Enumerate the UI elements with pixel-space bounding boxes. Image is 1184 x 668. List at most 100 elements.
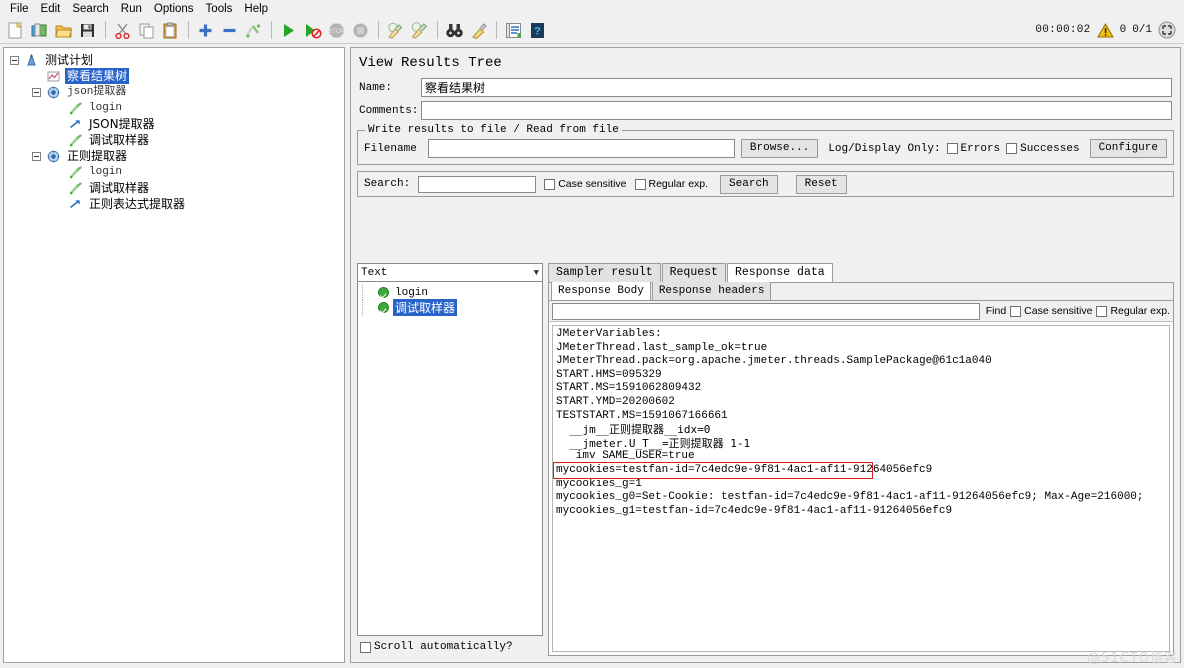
successes-checkbox-label: Successes (1020, 142, 1080, 155)
post-processor-icon (69, 118, 84, 131)
errors-checkbox-box[interactable] (946, 143, 958, 154)
tab-response-data[interactable]: Response data (726, 263, 833, 282)
find-bar: Find Case sensitive Regular exp. (549, 301, 1173, 322)
subtab-response-headers[interactable]: Response headers (651, 282, 772, 300)
tree-node-label: 察看结果树 (65, 68, 130, 84)
find-case-sensitive-box[interactable] (1010, 305, 1022, 317)
tree-node-label: json提取器 (67, 86, 127, 98)
copy-icon[interactable] (135, 19, 158, 41)
tab-request[interactable]: Request (661, 263, 726, 282)
collapse-minus-icon[interactable] (218, 19, 241, 41)
scroll-automatically-box[interactable] (360, 641, 371, 653)
comments-input[interactable] (421, 101, 1172, 120)
chevron-down-icon[interactable]: ▼ (534, 268, 539, 278)
tree-node-7[interactable]: login (4, 164, 344, 180)
toolbar-separator (437, 21, 438, 39)
menu-run[interactable]: Run (115, 2, 148, 16)
configure-button[interactable]: Configure (1089, 139, 1167, 158)
menu-edit[interactable]: Edit (35, 2, 67, 16)
search-binoculars-icon[interactable] (443, 19, 466, 41)
write-results-legend: Write results to file / Read from file (365, 124, 622, 136)
reset-button[interactable]: Reset (795, 174, 847, 194)
browse-button[interactable]: Browse... (740, 139, 819, 158)
successes-checkbox-box[interactable] (1006, 143, 1018, 154)
successes-checkbox[interactable]: Successes (1006, 142, 1080, 155)
cut-icon[interactable] (111, 19, 134, 41)
new-file-icon[interactable] (4, 19, 27, 41)
help-icon[interactable]: ? (526, 19, 549, 41)
response-line-7: __jm__正则提取器__idx=0 (556, 423, 711, 437)
result-list-item-1[interactable]: 调试取样器 (358, 299, 542, 316)
tree-expander-6[interactable] (32, 151, 41, 161)
search-input[interactable] (418, 175, 537, 193)
menu-tools[interactable]: Tools (200, 2, 239, 16)
tree-node-0[interactable]: 测试计划 (4, 52, 344, 68)
tree-node-label: 正则表达式提取器 (89, 197, 186, 211)
result-list-item-label: 调试取样器 (393, 299, 458, 316)
clear-all-broom-icon[interactable] (408, 19, 431, 41)
result-list-item-0[interactable]: login (358, 285, 542, 300)
templates-icon[interactable] (28, 19, 51, 41)
function-helper-icon[interactable] (502, 19, 525, 41)
start-play-icon[interactable] (277, 19, 300, 41)
search-regular-exp-label: Regular exp. (648, 178, 709, 190)
result-list-item-label: login (395, 286, 429, 299)
paste-icon[interactable] (159, 19, 182, 41)
subtab-response-body[interactable]: Response Body (551, 282, 651, 300)
menu-help[interactable]: Help (238, 2, 274, 16)
expand-arrows-icon[interactable] (1158, 21, 1176, 39)
menu-options[interactable]: Options (148, 2, 200, 16)
renderer-select[interactable]: Text ▼ (357, 263, 543, 282)
find-regular-exp-box[interactable] (1096, 305, 1108, 317)
tree-expander-2[interactable] (32, 87, 41, 97)
tree-node-5[interactable]: 调试取样器 (4, 132, 344, 148)
tree-node-2[interactable]: json提取器 (4, 84, 344, 100)
search-case-sensitive-checkbox[interactable]: Case sensitive (544, 178, 627, 190)
sample-result-list[interactable]: login 调试取样器 (357, 282, 543, 636)
response-line-6: TESTSTART.MS=1591067166661 (556, 409, 728, 422)
find-case-sensitive-checkbox[interactable]: Case sensitive (1010, 305, 1092, 317)
find-input[interactable] (552, 302, 980, 320)
response-line-10: mycookies=testfan-id=7c4edc9e-9f81-4ac1-… (556, 463, 933, 476)
find-regular-exp-checkbox[interactable]: Regular exp. (1096, 305, 1170, 317)
menu-search[interactable]: Search (66, 2, 114, 16)
test-plan-tree[interactable]: 测试计划 察看结果树 json提取器 login JSON提取器 调试取样器 正则提取器 lo… (3, 47, 345, 663)
scroll-automatically-checkbox[interactable]: Scroll automatically? (357, 638, 543, 656)
tree-node-3[interactable]: login (4, 100, 344, 116)
tree-node-label: JSON提取器 (89, 117, 155, 131)
errors-checkbox[interactable]: Errors (946, 143, 1000, 155)
tree-node-8[interactable]: 调试取样器 (4, 180, 344, 196)
save-icon[interactable] (76, 19, 99, 41)
name-input[interactable]: 察看结果树 (421, 78, 1172, 97)
shutdown-icon[interactable] (349, 19, 372, 41)
search-regular-exp-checkbox[interactable]: Regular exp. (634, 178, 709, 190)
filename-input[interactable] (428, 139, 735, 158)
expand-plus-icon[interactable] (194, 19, 217, 41)
toggle-icon[interactable] (242, 19, 265, 41)
search-regular-exp-box[interactable] (634, 178, 646, 190)
stop-icon[interactable]: STOP (325, 19, 348, 41)
clear-broom-icon[interactable] (384, 19, 407, 41)
tab-sampler-result[interactable]: Sampler result (548, 263, 661, 282)
menu-file[interactable]: File (4, 2, 35, 16)
tree-expander-0[interactable] (10, 55, 19, 65)
response-body-text[interactable]: JMeterVariables: JMeterThread.last_sample… (552, 325, 1170, 652)
warning-triangle-icon[interactable] (1096, 22, 1114, 38)
open-folder-icon[interactable] (52, 19, 75, 41)
tree-node-label: 调试取样器 (89, 133, 150, 147)
reset-search-broom-icon[interactable] (467, 19, 490, 41)
tree-node-9[interactable]: 正则表达式提取器 (4, 196, 344, 212)
tree-node-6[interactable]: 正则提取器 (4, 148, 344, 164)
start-no-pauses-icon[interactable] (301, 19, 324, 41)
search-button[interactable]: Search (720, 174, 778, 194)
tree-node-1[interactable]: 察看结果树 (4, 68, 344, 84)
renderer-select-value: Text (361, 266, 388, 279)
sampler-icon (69, 165, 84, 179)
tree-node-label: 测试计划 (45, 53, 94, 67)
tree-node-4[interactable]: JSON提取器 (4, 116, 344, 132)
search-case-sensitive-box[interactable] (544, 178, 556, 190)
